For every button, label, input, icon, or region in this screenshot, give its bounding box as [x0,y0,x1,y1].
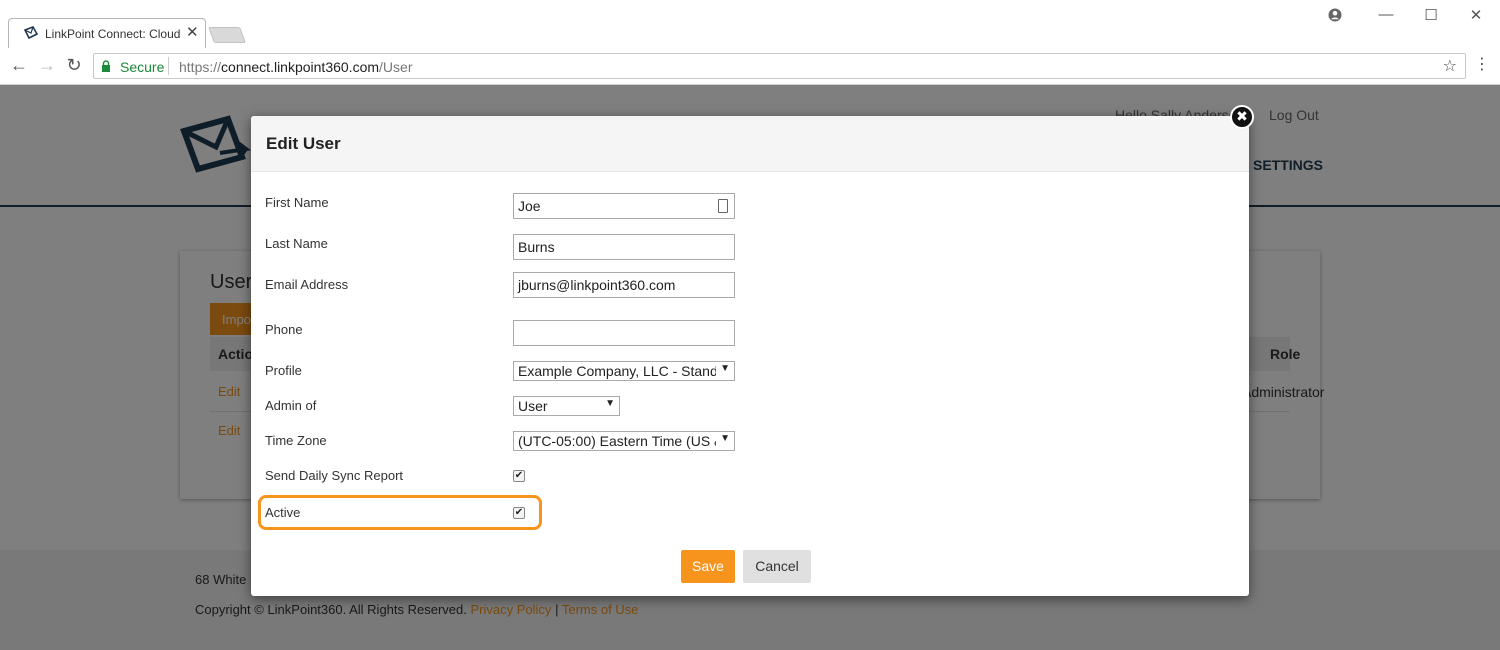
last-name-field[interactable]: Burns [513,234,735,260]
last-name-value: Burns [518,239,555,255]
secure-label: Secure [120,59,165,75]
url-separator [168,57,169,75]
first-name-value: Joe [518,198,541,214]
star-icon[interactable]: ☆ [1443,56,1457,76]
phone-field[interactable] [513,320,735,346]
time-zone-select[interactable]: (UTC-05:00) Eastern Time (US & Canada) ▼ [513,431,735,451]
admin-of-select[interactable]: User ▼ [513,396,620,416]
email-label: Email Address [265,277,349,292]
browser-tab[interactable]: LinkPoint Connect: Cloud ✕ [8,18,206,48]
save-button[interactable]: Save [681,550,735,583]
url-text[interactable]: https://connect.linkpoint360.com/User [179,59,412,75]
active-label: Active [265,505,301,520]
modal-title: Edit User [266,134,341,153]
autofill-contact-icon[interactable] [718,199,728,213]
admin-of-label: Admin of [265,398,317,413]
dropdown-arrow-icon: ▼ [720,433,730,444]
reload-icon[interactable]: ↻ [63,55,85,76]
profile-value: Example Company, LLC - Standard [518,363,716,379]
email-field[interactable]: jburns@linkpoint360.com [513,272,735,298]
url-host: connect.linkpoint360.com [221,59,380,75]
active-highlight-box [258,495,542,530]
email-value: jburns@linkpoint360.com [518,277,676,293]
url-scheme: https:// [179,59,222,75]
tab-title: LinkPoint Connect: Cloud [45,27,181,41]
dropdown-arrow-icon: ▼ [720,363,730,374]
send-daily-sync-checkbox[interactable]: ✔ [513,470,525,482]
modal-close-icon[interactable]: ✖ [1230,105,1254,129]
new-tab-button[interactable] [208,27,246,43]
send-daily-sync-label: Send Daily Sync Report [265,468,404,483]
minimize-icon[interactable]: — [1376,6,1396,23]
phone-label: Phone [265,322,303,337]
cancel-button[interactable]: Cancel [743,550,811,583]
dropdown-arrow-icon: ▼ [605,398,615,409]
first-name-field[interactable]: Joe [513,193,735,219]
account-icon[interactable] [1328,8,1342,22]
browser-titlebar: LinkPoint Connect: Cloud ✕ — ☐ ✕ [0,0,1500,48]
address-bar[interactable]: Secure https://connect.linkpoint360.com/… [93,53,1466,79]
menu-dots-icon[interactable]: ⋮ [1474,54,1490,74]
checkmark-icon: ✔ [514,470,524,481]
lock-icon [102,60,110,72]
modal-header: Edit User [251,116,1249,172]
first-name-label: First Name [265,195,329,210]
browser-toolbar: ← → ↻ Secure https://connect.linkpoint36… [0,48,1500,85]
active-checkbox[interactable]: ✔ [513,507,525,519]
time-zone-value: (UTC-05:00) Eastern Time (US & Canada) [518,433,716,449]
forward-arrow-icon[interactable]: → [36,55,58,76]
last-name-label: Last Name [265,236,328,251]
admin-of-value: User [518,398,548,414]
tab-close-icon[interactable]: ✕ [186,23,199,41]
profile-select[interactable]: Example Company, LLC - Standard ▼ [513,361,735,381]
envelope-tab-icon [23,26,39,40]
back-arrow-icon[interactable]: ← [8,55,30,76]
url-path: /User [379,59,413,75]
close-window-icon[interactable]: ✕ [1466,6,1486,24]
edit-user-modal: Edit User First Name Joe Last Name Burns… [251,116,1249,596]
time-zone-label: Time Zone [265,433,327,448]
profile-label: Profile [265,363,302,378]
maximize-icon[interactable]: ☐ [1421,6,1441,24]
checkmark-icon: ✔ [514,507,524,518]
